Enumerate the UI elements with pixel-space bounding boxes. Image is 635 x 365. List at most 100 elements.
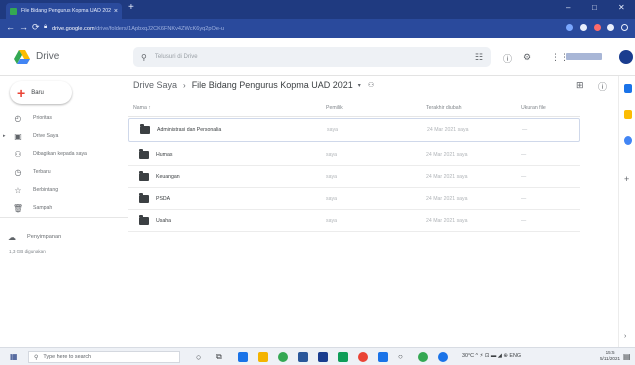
search-input[interactable]: ⚲ Telusuri di Drive ☷ [133, 47, 491, 67]
header-divider [128, 116, 580, 117]
app-icon[interactable] [438, 352, 448, 362]
new-button[interactable]: + Baru [10, 81, 72, 104]
expand-icon[interactable]: ▸ [3, 133, 6, 139]
table-row[interactable]: Usaha saya 24 Mar 2021 saya — [128, 210, 580, 232]
search-icon[interactable]: ⚲ [141, 53, 147, 62]
cortana-icon[interactable]: ○ [196, 352, 206, 362]
notification-icon[interactable]: ▤ [623, 352, 631, 361]
settings-icon[interactable]: ⚙ [523, 52, 531, 63]
file-owner: saya [327, 127, 338, 133]
windows-taskbar: ▦ ⚲ Type here to search ○ ⧉ ○ 30°C ^ ⚡ ⊡… [0, 347, 635, 365]
clock-date: 5/11/2021 [600, 356, 621, 361]
organization-logo [566, 53, 602, 60]
tasks-icon[interactable] [624, 136, 632, 145]
app-icon[interactable] [378, 352, 388, 362]
drive-logo-icon[interactable] [14, 50, 30, 64]
shared-folder-icon: ⚇ [367, 82, 375, 89]
file-explorer-icon[interactable] [258, 352, 268, 362]
search-placeholder: Telusuri di Drive [154, 54, 198, 60]
storage-usage: 1,3 GB digunakan [9, 249, 46, 254]
windows-start-icon[interactable]: ▦ [10, 352, 18, 361]
chrome-icon[interactable] [418, 352, 428, 362]
column-header-size[interactable]: Ukuran file [521, 105, 546, 111]
sidebar-item-trash[interactable]: 🗑︎ Sampah [12, 202, 124, 214]
url-host: drive.google.com [52, 25, 95, 32]
table-row[interactable]: Keuangan saya 24 Mar 2021 saya — [128, 166, 580, 188]
edge-icon[interactable] [238, 352, 248, 362]
chrome-icon[interactable] [278, 352, 288, 362]
chevron-down-icon[interactable]: ▾ [358, 82, 361, 89]
browser-tab-strip: File Bidang Pengurus Kopma UAD 2021 - Go… [0, 0, 635, 19]
add-addon-icon[interactable]: + [624, 175, 632, 184]
column-header-name[interactable]: Nama ↑ [133, 105, 151, 111]
app-icon[interactable]: ○ [398, 352, 408, 362]
drive-header: Drive ⚲ Telusuri di Drive ☷ ⓘ ⚙ ⋮⋮ [0, 38, 635, 76]
file-size: — [521, 196, 527, 202]
new-tab-button[interactable]: + [128, 2, 134, 13]
help-icon[interactable]: ⓘ [503, 52, 512, 65]
sidebar-divider [0, 217, 128, 218]
app-icon[interactable] [358, 352, 368, 362]
sort-up-icon: ↑ [148, 105, 151, 111]
extension-icon[interactable] [594, 24, 601, 31]
search-icon: ⚲ [34, 354, 39, 361]
sidebar-item-starred[interactable]: ☆ Berbintang [12, 184, 124, 196]
sidebar-item-priority[interactable]: ◴ Prioritas [12, 112, 124, 124]
word-icon[interactable] [298, 352, 308, 362]
close-window-icon[interactable]: ✕ [618, 3, 625, 12]
store-icon[interactable] [318, 352, 328, 362]
excel-icon[interactable] [338, 352, 348, 362]
recent-icon: ◷ [14, 167, 22, 177]
extension-icon[interactable] [580, 24, 587, 31]
sidebar-item-recent[interactable]: ◷ Terbaru [12, 166, 124, 178]
new-button-label: Baru [31, 89, 44, 96]
file-modified: 24 Mar 2021 saya [426, 196, 468, 202]
file-name: Administrasi dan Personalia [157, 127, 222, 133]
expand-panel-icon[interactable]: › [624, 332, 632, 341]
address-bar[interactable]: drive.google.com /drive/folders/1ApbxqJ2… [52, 22, 552, 35]
file-name: PSDA [156, 196, 171, 202]
table-row[interactable]: Humas saya 24 Mar 2021 saya — [128, 144, 580, 166]
minimize-window-icon[interactable]: – [566, 3, 570, 12]
sidebar-item-my-drive[interactable]: ▸ ▣ Drive Saya [3, 130, 124, 142]
tab-close-icon[interactable]: × [114, 8, 118, 15]
taskbar-search-input[interactable]: ⚲ Type here to search [28, 351, 180, 363]
table-row[interactable]: Administrasi dan Personalia saya 24 Mar … [128, 118, 580, 142]
table-row[interactable]: PSDA saya 24 Mar 2021 saya — [128, 188, 580, 210]
extension-icon[interactable] [607, 24, 614, 31]
sidebar-item-storage[interactable]: ☁ Penyimpanan [6, 231, 118, 243]
file-size: — [521, 174, 527, 180]
task-view-icon[interactable]: ⧉ [216, 352, 226, 362]
profile-icon[interactable] [621, 24, 628, 31]
sidebar-item-shared[interactable]: ⚇ Dibagikan kepada saya [12, 148, 124, 160]
browser-toolbar: ← → ⟳ 🔒︎ drive.google.com /drive/folders… [0, 19, 635, 38]
extension-icon[interactable] [566, 24, 573, 31]
taskbar-search-placeholder: Type here to search [43, 354, 92, 360]
grid-view-icon[interactable]: ⊞ [576, 80, 584, 91]
column-header-modified[interactable]: Terakhir diubah [426, 105, 461, 111]
forward-icon[interactable]: → [19, 22, 28, 32]
browser-tab[interactable]: File Bidang Pengurus Kopma UAD 2021 - Go… [6, 3, 122, 19]
file-owner: saya [326, 174, 337, 180]
maximize-window-icon[interactable]: □ [592, 3, 597, 12]
reload-icon[interactable]: ⟳ [32, 22, 40, 33]
back-icon[interactable]: ← [6, 22, 15, 32]
keep-icon[interactable] [624, 110, 632, 119]
storage-label: Penyimpanan [27, 234, 62, 240]
info-icon[interactable]: ⓘ [598, 80, 607, 93]
trash-icon: 🗑︎ [12, 203, 24, 213]
breadcrumb-current[interactable]: File Bidang Pengurus Kopma UAD 2021 [192, 80, 353, 90]
calendar-icon[interactable] [624, 84, 632, 93]
file-modified: 24 Mar 2021 saya [426, 218, 468, 224]
file-owner: saya [326, 152, 337, 158]
my-drive-icon: ▣ [14, 131, 22, 141]
tune-icon[interactable]: ☷ [475, 52, 483, 63]
breadcrumb-root[interactable]: Drive Saya [133, 80, 177, 90]
taskbar-clock[interactable]: 15:5 5/11/2021 [600, 350, 620, 362]
app-name[interactable]: Drive [36, 51, 59, 62]
column-header-owner[interactable]: Pemilik [326, 105, 343, 111]
system-tray[interactable]: 30°C ^ ⚡ ⊡ ▬ ◢ ⊕ ENG [462, 353, 521, 359]
plus-icon: + [17, 84, 26, 101]
shared-folder-icon [139, 171, 149, 181]
avatar[interactable] [619, 50, 633, 64]
